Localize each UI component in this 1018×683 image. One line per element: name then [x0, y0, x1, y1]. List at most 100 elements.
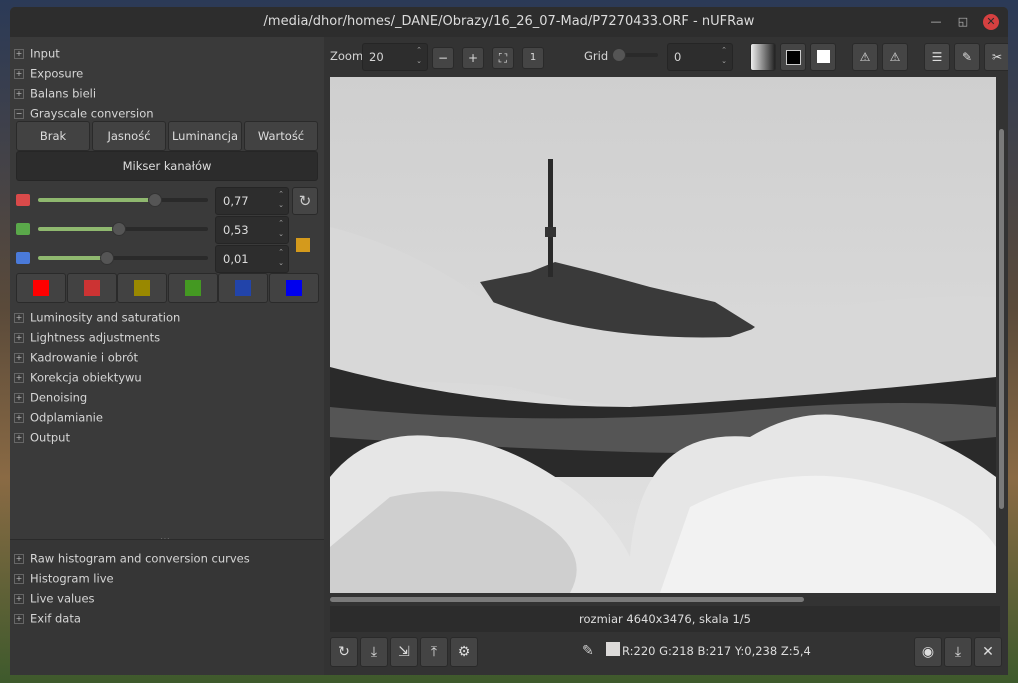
mode-luminancja-button[interactable]: Luminancja [168, 121, 242, 151]
color-picker-icon[interactable]: ✎ [954, 43, 980, 71]
color-preset-button[interactable] [16, 273, 66, 303]
slider-knob[interactable] [111, 222, 126, 236]
expand-icon[interactable]: + [14, 352, 24, 363]
grid-value: 0 [674, 50, 682, 64]
minimize-button[interactable]: — [928, 14, 944, 30]
preview-toolbar: Zoom 20 ⌃ ⌄ − + ⛶ 1 Grid 0 ⌃ ⌄ ⚠ ⚠ ☰ ✎ ✂ [324, 37, 1008, 79]
panel-label: Exposure [30, 66, 84, 81]
expand-icon[interactable]: + [14, 392, 24, 403]
panel-kadrowanie-i-obr-t[interactable]: + Kadrowanie i obrót [14, 347, 138, 367]
gradient-background-icon[interactable] [750, 43, 776, 71]
expand-icon[interactable]: + [14, 312, 24, 323]
cancel-icon[interactable]: ✕ [974, 637, 1002, 667]
chevron-up-icon[interactable]: ⌃ [416, 46, 422, 54]
mode-wartosc-button[interactable]: Wartość [244, 121, 318, 151]
panel-grayscale-conversion[interactable]: − Grayscale conversion [14, 103, 154, 123]
panel-exif-data[interactable]: + Exif data [14, 608, 81, 628]
green-value-spin[interactable]: 0,53 ⌃ ⌄ [215, 216, 289, 244]
color-preset-button[interactable] [167, 273, 218, 303]
gimp-icon[interactable]: ◉ [914, 637, 942, 667]
overexposure-warning-icon[interactable]: ⚠ [882, 43, 908, 71]
panel-luminosity-and-saturation[interactable]: + Luminosity and saturation [14, 307, 180, 327]
zoom-out-icon[interactable]: − [432, 47, 454, 69]
color-preset-button[interactable] [268, 273, 319, 303]
expand-icon[interactable]: + [14, 372, 24, 383]
maximize-button[interactable]: ◱ [955, 14, 971, 30]
expand-icon[interactable]: + [14, 613, 24, 624]
expand-icon[interactable]: + [14, 48, 24, 59]
crop-scissors-icon[interactable]: ✂ [984, 43, 1008, 71]
list-icon[interactable]: ☰ [924, 43, 950, 71]
save-as-icon[interactable]: ⤓ [944, 637, 972, 667]
color-preset-button[interactable] [117, 273, 167, 303]
chevron-down-icon[interactable]: ⌄ [278, 201, 284, 209]
expand-icon[interactable]: + [14, 332, 24, 343]
panel-denoising[interactable]: + Denoising [14, 387, 87, 407]
zoom-100-icon[interactable]: 1 [522, 47, 544, 69]
zoom-in-icon[interactable]: + [462, 47, 484, 69]
panel-odplamianie[interactable]: + Odplamianie [14, 407, 103, 427]
panel-output[interactable]: + Output [14, 427, 70, 447]
blue-value-spin[interactable]: 0,01 ⌃ ⌄ [215, 245, 289, 273]
grid-spin[interactable]: 0 ⌃ ⌄ [667, 43, 733, 71]
red-value-spin[interactable]: 0,77 ⌃ ⌄ [215, 187, 289, 215]
expand-icon[interactable]: + [14, 593, 24, 604]
green-channel-slider[interactable] [38, 222, 208, 236]
panel-exposure[interactable]: + Exposure [14, 63, 83, 83]
red-value: 0,77 [223, 194, 249, 208]
save-icon[interactable]: ⤓ [360, 637, 388, 667]
panel-label: Live values [30, 591, 95, 606]
blue-channel-slider[interactable] [38, 251, 208, 265]
panel-balans-bieli[interactable]: + Balans bieli [14, 83, 96, 103]
slider-knob[interactable] [147, 193, 162, 207]
collapse-icon[interactable]: − [14, 108, 24, 119]
vertical-scrollbar[interactable] [999, 129, 1004, 509]
grid-slider[interactable] [612, 48, 658, 62]
panel-input[interactable]: + Input [14, 43, 60, 63]
underexposure-warning-icon[interactable]: ⚠ [852, 43, 878, 71]
red-channel-slider[interactable] [38, 193, 208, 207]
chevron-down-icon[interactable]: ⌄ [278, 259, 284, 267]
panel-raw-histogram-and-conversion-curves[interactable]: + Raw histogram and conversion curves [14, 548, 250, 568]
expand-icon[interactable]: + [14, 68, 24, 79]
expand-icon[interactable]: + [14, 88, 24, 99]
titlebar: /media/dhor/homes/_DANE/Obrazy/16_26_07-… [10, 7, 1008, 37]
black-background-icon[interactable] [780, 43, 806, 71]
reset-mixer-icon[interactable]: ↻ [292, 187, 318, 215]
zoom-spin[interactable]: 20 ⌃ ⌄ [362, 43, 428, 71]
chevron-up-icon[interactable]: ⌃ [278, 248, 284, 256]
horizontal-scrollbar[interactable] [330, 597, 804, 602]
slider-fill [38, 198, 154, 202]
color-preset-button[interactable] [218, 273, 268, 303]
chevron-down-icon[interactable]: ⌄ [416, 57, 422, 65]
expand-icon[interactable]: + [14, 553, 24, 564]
channel-mixer-button[interactable]: Mikser kanałów [16, 151, 318, 181]
expand-icon[interactable]: + [14, 412, 24, 423]
chevron-up-icon[interactable]: ⌃ [278, 219, 284, 227]
export-icon[interactable]: ⇲ [390, 637, 418, 667]
upload-icon[interactable]: ⤒ [420, 637, 448, 667]
expand-icon[interactable]: + [14, 573, 24, 584]
chevron-up-icon[interactable]: ⌃ [278, 190, 284, 198]
close-button[interactable]: ✕ [983, 14, 999, 30]
image-preview[interactable] [330, 77, 996, 593]
panel-histogram-live[interactable]: + Histogram live [14, 568, 114, 588]
mode-jasnosc-button[interactable]: Jasność [92, 121, 166, 151]
grid-label: Grid [584, 49, 609, 63]
mode-brak-button[interactable]: Brak [16, 121, 90, 151]
panel-live-values[interactable]: + Live values [14, 588, 95, 608]
chevron-down-icon[interactable]: ⌄ [278, 230, 284, 238]
zoom-fit-icon[interactable]: ⛶ [492, 47, 514, 69]
white-background-icon[interactable] [810, 43, 836, 71]
chevron-up-icon[interactable]: ⌃ [721, 46, 727, 54]
slider-knob[interactable] [99, 251, 114, 265]
expand-icon[interactable]: + [14, 432, 24, 443]
color-preset-button[interactable] [66, 273, 117, 303]
refresh-icon[interactable]: ↻ [330, 637, 358, 667]
panel-label: Grayscale conversion [30, 106, 154, 121]
settings-icon[interactable]: ⚙ [450, 637, 478, 667]
grid-slider-knob[interactable] [612, 48, 626, 62]
panel-korekcja-obiektywu[interactable]: + Korekcja obiektywu [14, 367, 142, 387]
panel-lightness-adjustments[interactable]: + Lightness adjustments [14, 327, 160, 347]
chevron-down-icon[interactable]: ⌄ [721, 57, 727, 65]
